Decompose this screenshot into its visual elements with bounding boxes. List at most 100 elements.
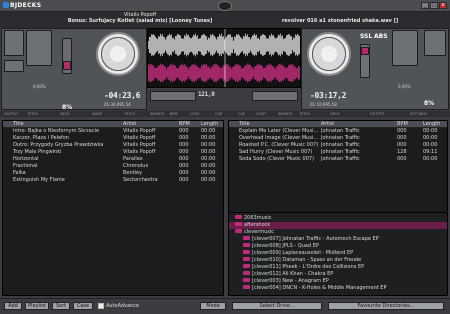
list-cell: 00:00 bbox=[423, 128, 438, 134]
deck1-pitch-slider[interactable] bbox=[26, 30, 52, 66]
waveform-svg bbox=[148, 29, 300, 87]
directory-item[interactable]: [clever003] New - Anagram EP bbox=[229, 278, 447, 285]
list-cell: Vitalis Popoff bbox=[123, 149, 156, 155]
select-drive-button[interactable]: Select Drive... bbox=[232, 302, 322, 310]
column-header[interactable]: Artist bbox=[321, 121, 334, 128]
column-header[interactable]: Artist bbox=[123, 121, 136, 128]
playlist-button[interactable]: Playlist bbox=[25, 302, 49, 310]
list-item[interactable]: Fractional Chronolux 000 00:00 bbox=[3, 163, 223, 170]
deck1-output-control[interactable] bbox=[4, 30, 24, 56]
deck2-track-title: revolver 016 a1 stonenfried shaka.wav [] bbox=[281, 18, 399, 24]
deck2-ssl-button[interactable]: SSL bbox=[360, 33, 372, 40]
deck1-eject-button[interactable] bbox=[4, 60, 24, 72]
deck2-abs-button[interactable]: ABS bbox=[374, 33, 388, 40]
list-cell: Sad Hurry (Clever Music 007) bbox=[239, 149, 313, 155]
directory-item[interactable]: [clever008] JPLS - Quad EP bbox=[229, 243, 447, 250]
list-cell: Johnatan Traffic bbox=[321, 149, 360, 155]
center-knob-icon[interactable] bbox=[218, 1, 232, 11]
directory-item[interactable]: [clever004] DNCN - K-Holes & Middle Mana… bbox=[229, 285, 447, 292]
deck2-turntable[interactable] bbox=[307, 32, 351, 76]
list-cell: Falka bbox=[13, 170, 26, 176]
column-header[interactable]: Title bbox=[239, 121, 250, 128]
list-cell: Roasted P.C. (Clever Music 007) bbox=[239, 142, 319, 148]
directory-item[interactable]: [clever009] Laplaceausoleil - Midland EP bbox=[229, 250, 447, 257]
maximize-button[interactable]: □ bbox=[430, 2, 438, 9]
list-cell: 000 bbox=[179, 177, 189, 183]
deck2-play-button[interactable] bbox=[361, 47, 369, 55]
directory-item[interactable]: [clever012] Ali Khan - Chakra EP bbox=[229, 271, 447, 278]
section-label: DECK bbox=[330, 112, 340, 116]
directory-label: [clever011] Pheek - L'Ordre des Collisio… bbox=[252, 264, 365, 270]
directory-item[interactable]: clevermusic bbox=[229, 229, 447, 236]
column-header[interactable]: Title bbox=[13, 121, 24, 128]
list-cell: 000 bbox=[397, 142, 407, 148]
folder-icon bbox=[243, 236, 250, 240]
section-label: PITCH bbox=[125, 112, 136, 116]
autoadvance-label: AutoAdvance bbox=[106, 303, 140, 309]
list-cell: Explain Me Later (Clever Musi... bbox=[239, 128, 319, 134]
list-item[interactable]: Kaczor, Plaza i Pelefon Vitalis Popoff 000… bbox=[3, 135, 223, 142]
directory-tree: 2063music aftershock clevermusic [clever007… bbox=[228, 212, 448, 296]
minimize-button[interactable]: _ bbox=[421, 2, 429, 9]
list-item[interactable]: Sad Hurry (Clever Music 007) Johnatan Tra… bbox=[229, 149, 447, 156]
list-item[interactable]: Intro: Bajka o Niesfornym Skrzacie Vitali… bbox=[3, 128, 223, 135]
sort-button[interactable]: Sort bbox=[52, 302, 70, 310]
folder-icon bbox=[235, 222, 242, 226]
deck1-loop-controls[interactable] bbox=[150, 91, 196, 101]
autoadvance-checkbox[interactable] bbox=[98, 303, 104, 309]
list-item[interactable]: Horizontal Parallax 000 00:00 bbox=[3, 156, 223, 163]
browser-header: Title Artist BPM Length bbox=[229, 121, 447, 128]
directory-item[interactable]: [clever011] Pheek - L'Ordre des Collisio… bbox=[229, 264, 447, 271]
list-cell: Overhead Image (Clever Musi... bbox=[239, 135, 319, 141]
directory-item[interactable]: 2063music bbox=[229, 215, 447, 222]
deck2-subtime: 01:10,995,58 bbox=[310, 102, 337, 107]
directory-item[interactable]: [clever007] Johnatan Traffic - Automech … bbox=[229, 236, 447, 243]
list-cell: Fractional bbox=[13, 163, 38, 169]
close-button[interactable]: x bbox=[439, 2, 447, 9]
list-item[interactable]: Outro: Przygody Gryzba Prawdziwka Vitalis… bbox=[3, 142, 223, 149]
list-item[interactable]: Trzy Male Pingwinki Vitalis Popoff 000 00:0… bbox=[3, 149, 223, 156]
deck2-output-control[interactable] bbox=[424, 30, 446, 56]
favourite-directories-button[interactable]: Favourite Directories... bbox=[328, 302, 444, 310]
waveform-display[interactable] bbox=[147, 28, 301, 88]
directory-label: [clever003] New - Anagram EP bbox=[252, 278, 329, 284]
list-cell: 00:00 bbox=[423, 135, 438, 141]
case-button[interactable]: Case bbox=[73, 302, 93, 310]
column-header[interactable]: Length bbox=[423, 121, 440, 128]
deck2-percent: 8% bbox=[424, 100, 435, 107]
list-cell: Johnatan Traffic bbox=[321, 135, 360, 141]
directory-label: [clever007] Johnatan Traffic - Automech … bbox=[252, 236, 379, 242]
deck2-time: -03:17,2 bbox=[310, 91, 347, 100]
bottom-toolbar: Add Playlist Sort Case AutoAdvance Mode … bbox=[0, 298, 450, 314]
track-info-bar: Vitalis Popoff Bonus: Surfujacy Kotlet (… bbox=[0, 12, 450, 28]
column-header[interactable]: Length bbox=[201, 121, 218, 128]
column-header[interactable]: BPM bbox=[397, 121, 408, 128]
deck1-cue-play-strip bbox=[62, 38, 72, 74]
deck2-loop-controls[interactable] bbox=[252, 91, 298, 101]
list-item[interactable]: Overhead Image (Clever Musi... Johnatan T… bbox=[229, 135, 447, 142]
list-item[interactable]: Explain Me Later (Clever Musi... Johnatan… bbox=[229, 128, 447, 135]
list-cell: 00:00 bbox=[201, 142, 216, 148]
directory-item[interactable]: aftershock bbox=[229, 222, 447, 229]
list-item[interactable]: Falka Bentley 000 00:00 bbox=[3, 170, 223, 177]
column-header[interactable]: BPM bbox=[179, 121, 190, 128]
directory-label: aftershock bbox=[244, 222, 271, 228]
folder-icon bbox=[243, 278, 250, 282]
list-cell: Kaczor, Plaza i Pelefon bbox=[13, 135, 70, 141]
list-cell: 000 bbox=[179, 163, 189, 169]
list-item[interactable]: Roasted P.C. (Clever Music 007) Johnatan … bbox=[229, 142, 447, 149]
directory-list: 2063music aftershock clevermusic [clever007… bbox=[229, 213, 447, 292]
playlist-panel: Title Artist BPM Length Intro: Bajka o Nies… bbox=[2, 120, 224, 296]
playlist-header: Title Artist BPM Length bbox=[3, 121, 223, 128]
list-cell: 09:11 bbox=[423, 149, 438, 155]
list-cell: 00:00 bbox=[423, 142, 438, 148]
mode-button[interactable]: Mode bbox=[200, 302, 226, 310]
deck2-pitch-slider[interactable] bbox=[392, 30, 418, 66]
list-item[interactable]: Soda Sodo (Clever Music 007) Johnatan Tra… bbox=[229, 156, 447, 163]
directory-item[interactable]: [clever010] Dataman - Spass an der Freud… bbox=[229, 257, 447, 264]
add-button[interactable]: Add bbox=[4, 302, 22, 310]
deck1-turntable[interactable] bbox=[96, 32, 140, 76]
list-item[interactable]: Extinguish My Flame Sectorchestra 000 00:00 bbox=[3, 177, 223, 184]
deck1-play-button[interactable] bbox=[63, 61, 71, 70]
list-cell: 000 bbox=[397, 156, 407, 162]
